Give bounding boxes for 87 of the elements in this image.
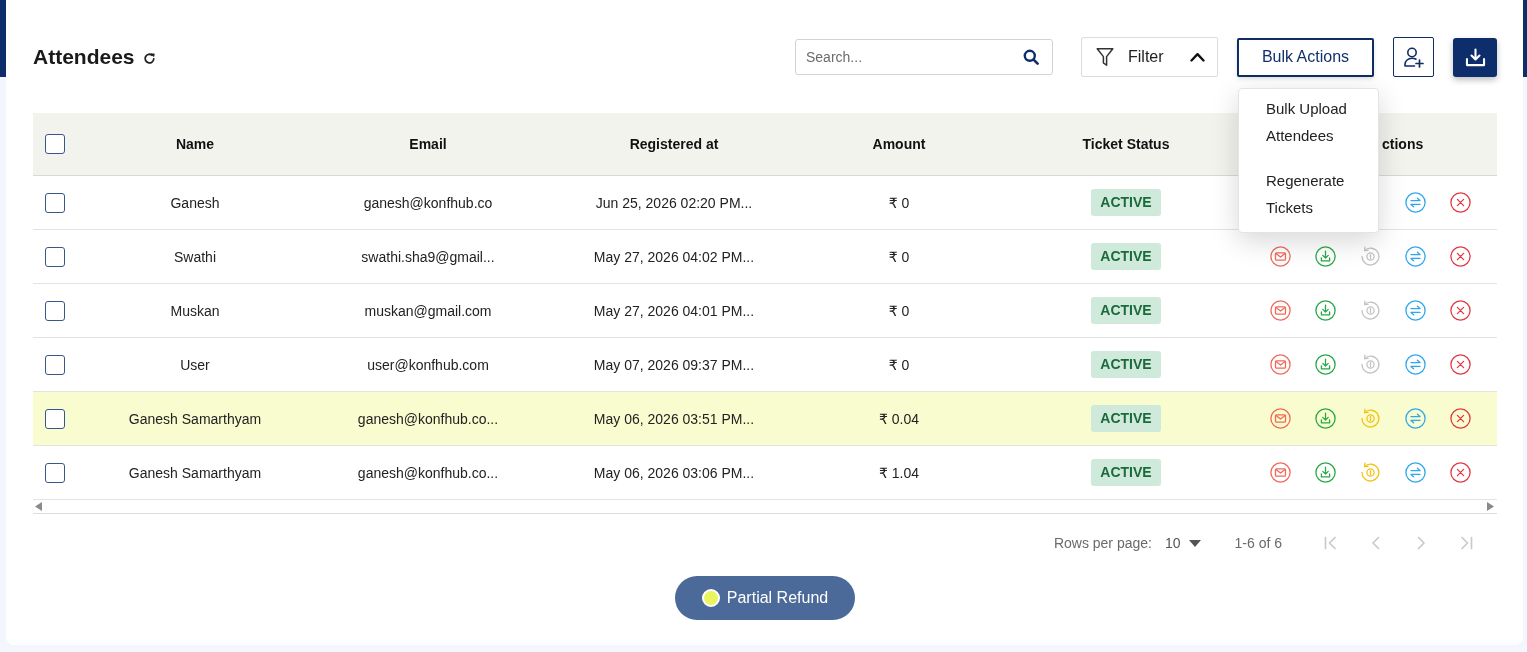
x-circle-icon[interactable]: [1450, 408, 1471, 429]
legend-label: Partial Refund: [726, 589, 829, 607]
column-header: Ticket Status: [1082, 136, 1170, 152]
row-checkbox[interactable]: [45, 246, 65, 267]
search-field[interactable]: Search...: [795, 39, 1053, 75]
status-badge: ACTIVE: [1091, 405, 1161, 432]
rows-per-page-select[interactable]: 10: [1164, 535, 1201, 551]
email-cell: ganesh@konfhub.co...: [357, 464, 499, 481]
caret-down-icon: [1188, 539, 1201, 547]
row-checkbox[interactable]: [45, 354, 65, 375]
row-checkbox[interactable]: [45, 462, 65, 483]
envelope-icon[interactable]: [1270, 246, 1291, 267]
email-cell: ganesh@konfhub.co: [363, 194, 493, 211]
download-icon[interactable]: [1315, 408, 1336, 429]
download-icon[interactable]: [1315, 462, 1336, 483]
amount-cell: ₹ 0.04: [878, 410, 919, 427]
name-cell: Ganesh Samarthyam: [128, 464, 262, 481]
email-cell: swathi.sha9@gmail...: [361, 248, 495, 265]
registered-at-cell: May 27, 2026 04:01 PM...: [593, 302, 755, 319]
column-header: Registered at: [629, 136, 719, 152]
menu-item[interactable]: Regenerate Tickets: [1239, 166, 1378, 221]
rows-per-page-label: Rows per page:: [1053, 535, 1152, 551]
email-cell: user@konfhub.com: [367, 356, 489, 373]
status-badge: ACTIVE: [1091, 297, 1161, 324]
swap-arrows-icon[interactable]: [1405, 462, 1426, 483]
filter-button[interactable]: Filter: [1081, 37, 1218, 77]
x-circle-icon[interactable]: [1450, 192, 1471, 213]
status-badge: ACTIVE: [1091, 243, 1161, 270]
coin-arrow-icon[interactable]: [1360, 462, 1381, 483]
amount-cell: ₹ 0: [888, 194, 910, 211]
download-icon[interactable]: [1315, 300, 1336, 321]
envelope-icon[interactable]: [1270, 354, 1291, 375]
name-cell: Muskan: [170, 302, 220, 319]
scroll-left-icon[interactable]: [35, 501, 42, 511]
registered-at-cell: Jun 25, 2026 02:20 PM...: [595, 194, 753, 211]
download-icon[interactable]: [1315, 246, 1336, 267]
envelope-icon[interactable]: [1270, 300, 1291, 321]
registered-at-cell: May 07, 2026 09:37 PM...: [593, 356, 755, 373]
search-icon[interactable]: [1023, 49, 1039, 65]
name-cell: Swathi: [174, 248, 216, 265]
name-cell: User: [180, 356, 210, 373]
amount-cell: ₹ 0: [888, 302, 910, 319]
status-badge: ACTIVE: [1091, 351, 1161, 378]
row-checkbox[interactable]: [45, 300, 65, 321]
bulk-actions-button[interactable]: Bulk Actions: [1237, 37, 1374, 77]
swap-arrows-icon[interactable]: [1405, 408, 1426, 429]
amount-cell: ₹ 0: [888, 356, 910, 373]
name-cell: Ganesh: [170, 194, 220, 211]
add-attendee-button[interactable]: [1393, 37, 1434, 77]
select-all-checkbox[interactable]: [45, 134, 65, 154]
download-icon: [1464, 47, 1486, 67]
registered-at-cell: May 06, 2026 03:06 PM...: [593, 464, 755, 481]
row-checkbox[interactable]: [45, 192, 65, 213]
email-cell: ganesh@konfhub.co...: [357, 410, 499, 427]
envelope-icon[interactable]: [1270, 462, 1291, 483]
swap-arrows-icon[interactable]: [1405, 246, 1426, 267]
amount-cell: ₹ 1.04: [878, 464, 919, 481]
x-circle-icon[interactable]: [1450, 354, 1471, 375]
x-circle-icon[interactable]: [1450, 246, 1471, 267]
swap-arrows-icon[interactable]: [1405, 354, 1426, 375]
column-header: Amount: [872, 136, 926, 152]
funnel-icon: [1096, 47, 1114, 67]
amount-cell: ₹ 0: [888, 248, 910, 265]
page-title: Attendees: [33, 44, 135, 70]
swap-arrows-icon[interactable]: [1405, 300, 1426, 321]
page-range: 1-6 of 6: [1234, 535, 1282, 551]
menu-item[interactable]: Bulk Upload Attendees: [1239, 94, 1378, 149]
swap-arrows-icon[interactable]: [1405, 192, 1426, 213]
email-cell: muskan@gmail.com: [364, 302, 492, 319]
download-button[interactable]: [1453, 37, 1497, 77]
status-badge: ACTIVE: [1091, 459, 1161, 486]
registered-at-cell: May 06, 2026 03:51 PM...: [593, 410, 755, 427]
row-checkbox[interactable]: [45, 408, 65, 429]
envelope-icon[interactable]: [1270, 408, 1291, 429]
x-circle-icon[interactable]: [1450, 462, 1471, 483]
add-person-icon: [1401, 45, 1426, 69]
coin-arrow-icon[interactable]: [1360, 408, 1381, 429]
name-cell: Ganesh Samarthyam: [128, 410, 262, 427]
scroll-right-icon[interactable]: [1487, 501, 1494, 511]
refresh-icon[interactable]: [142, 51, 156, 65]
x-circle-icon[interactable]: [1450, 300, 1471, 321]
registered-at-cell: May 27, 2026 04:02 PM...: [593, 248, 755, 265]
column-header: Name: [175, 136, 215, 152]
column-header: Email: [409, 136, 447, 152]
status-badge: ACTIVE: [1091, 189, 1161, 216]
column-header: ctions: [1382, 136, 1424, 152]
download-icon[interactable]: [1315, 354, 1336, 375]
